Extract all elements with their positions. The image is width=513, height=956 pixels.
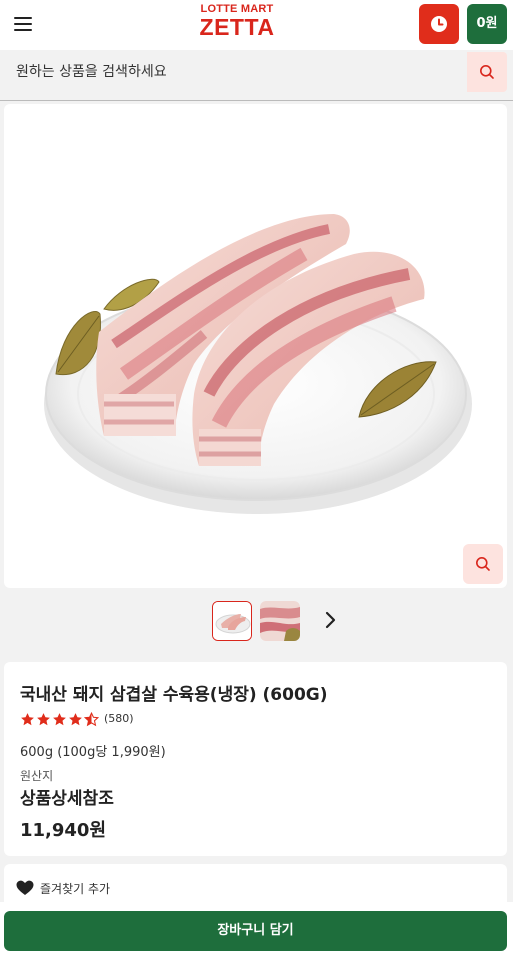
product-info-card: 국내산 돼지 삼겹살 수육용(냉장) (600G) (580) 600g (10… — [4, 662, 507, 856]
search-icon — [476, 557, 490, 571]
image-zoom-button[interactable] — [463, 544, 503, 584]
thumbnail-image — [213, 602, 251, 640]
search-input[interactable]: 원하는 상품을 검색하세요 — [16, 52, 167, 92]
hamburger-menu-icon[interactable] — [14, 16, 34, 32]
origin-label: 원산지 — [20, 769, 54, 783]
star-icon — [21, 713, 34, 726]
product-image[interactable] — [4, 104, 507, 588]
star-icon — [37, 713, 50, 726]
heart-icon — [16, 880, 34, 895]
search-icon — [480, 65, 494, 79]
header: LOTTE MART ZETTA 0원 — [0, 0, 513, 50]
thumbnail-next-button[interactable] — [318, 608, 342, 632]
product-price: 11,940원 — [20, 820, 107, 841]
add-to-cart-button[interactable]: 장바구니 담기 — [4, 911, 507, 951]
logo[interactable]: LOTTE MART ZETTA — [187, 4, 287, 39]
product-image-card — [4, 104, 507, 588]
star-half-icon — [84, 712, 99, 727]
clock-icon — [431, 16, 447, 32]
thumbnail-strip — [0, 598, 513, 644]
origin-value: 상품상세참조 — [20, 789, 114, 809]
cart-total-button[interactable]: 0원 — [467, 4, 507, 44]
header-divider — [0, 100, 513, 101]
bottom-action-bar: 장바구니 담기 — [0, 902, 513, 956]
product-title: 국내산 돼지 삼겹살 수육용(냉장) (600G) — [20, 685, 328, 705]
search-bar: 원하는 상품을 검색하세요 — [4, 52, 507, 92]
logo-main-text: ZETTA — [199, 14, 275, 40]
favorite-label[interactable]: 즐겨찾기 추가 — [40, 880, 110, 897]
rating-count[interactable]: (580) — [104, 712, 134, 725]
chevron-right-icon — [325, 611, 336, 629]
star-icon — [53, 713, 66, 726]
unit-price: 600g (100g당 1,990원) — [20, 745, 166, 760]
thumbnail-1[interactable] — [212, 601, 252, 641]
star-icon — [69, 713, 82, 726]
recent-history-button[interactable] — [419, 4, 459, 44]
thumbnail-image — [260, 601, 300, 641]
thumbnail-2[interactable] — [260, 601, 300, 641]
search-button[interactable] — [467, 52, 507, 92]
